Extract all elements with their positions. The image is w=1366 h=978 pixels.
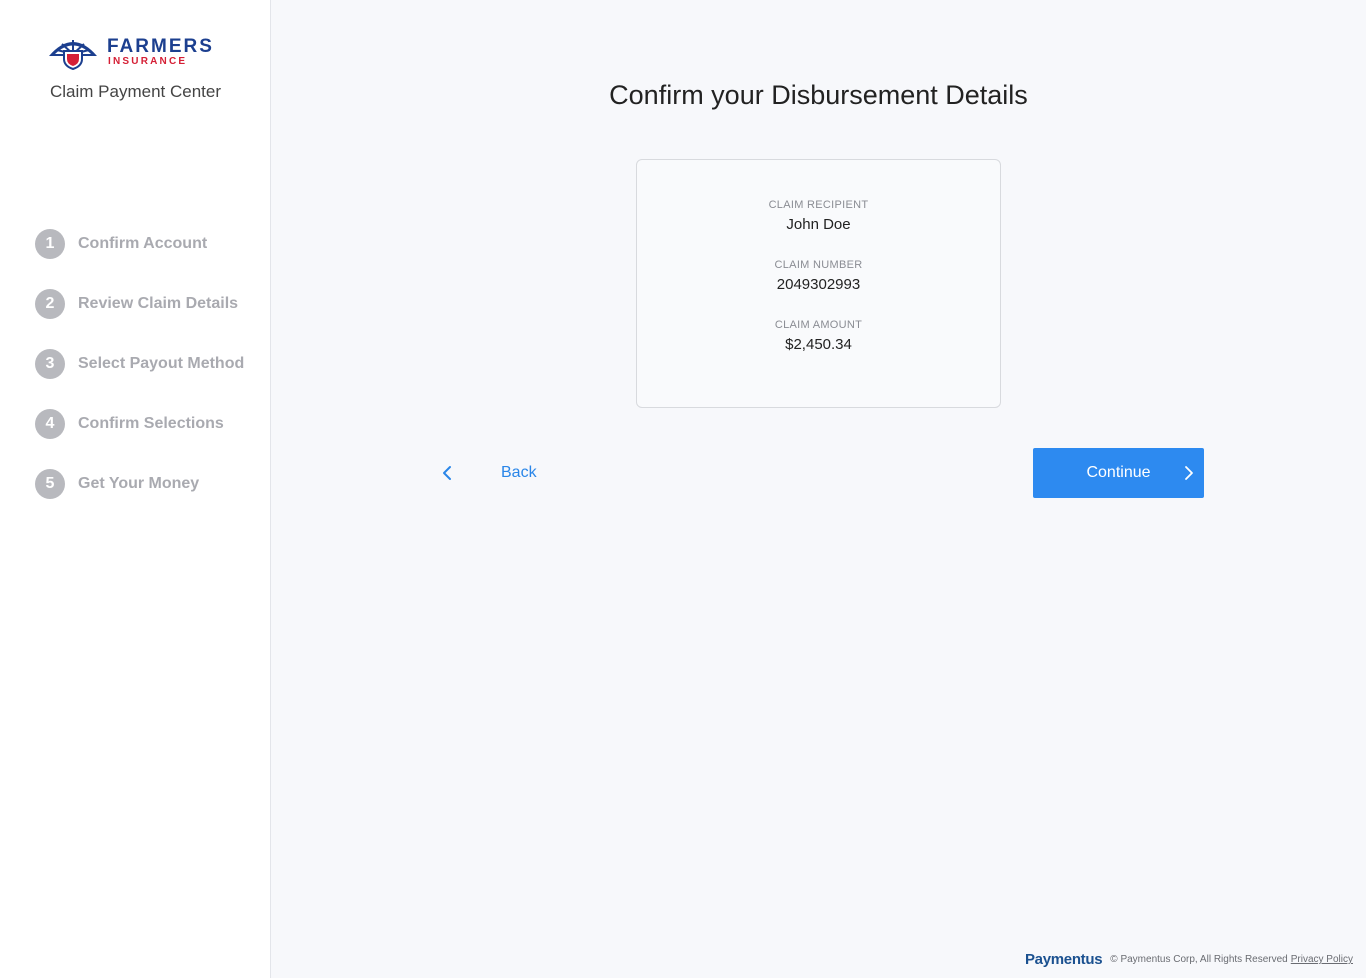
continue-label: Continue <box>1086 464 1151 481</box>
step-confirm-selections[interactable]: 4 Confirm Selections <box>35 409 244 439</box>
claim-number-field: CLAIM NUMBER 2049302993 <box>637 259 1000 293</box>
claim-recipient-label: CLAIM RECIPIENT <box>768 199 869 211</box>
step-select-payout-method[interactable]: 3 Select Payout Method <box>35 349 244 379</box>
claim-amount-field: CLAIM AMOUNT $2,450.34 <box>637 319 1000 353</box>
app-title: Claim Payment Center <box>49 82 221 101</box>
step-label: Confirm Selections <box>78 415 224 432</box>
claim-recipient-field: CLAIM RECIPIENT John Doe <box>637 199 1000 233</box>
claim-number-label: CLAIM NUMBER <box>774 259 863 271</box>
step-number: 5 <box>35 469 65 499</box>
claim-amount-label: CLAIM AMOUNT <box>774 319 863 331</box>
chevron-left-icon <box>443 466 451 480</box>
back-label: Back <box>501 464 537 481</box>
continue-button[interactable]: Continue <box>1033 448 1204 498</box>
claim-number-value: 2049302993 <box>776 276 861 293</box>
page-title: Confirm your Disbursement Details <box>609 80 1028 110</box>
steps-nav: 1 Confirm Account 2 Review Claim Details… <box>35 229 244 529</box>
step-label: Confirm Account <box>78 235 208 252</box>
farmers-shield-icon <box>49 40 97 70</box>
step-label: Select Payout Method <box>78 355 245 372</box>
sidebar: FARMERS INSURANCE Claim Payment Center 1… <box>0 0 271 978</box>
step-number: 3 <box>35 349 65 379</box>
back-button[interactable]: Back <box>440 458 537 488</box>
claim-recipient-value: John Doe <box>786 216 851 233</box>
logo-wordmark: FARMERS <box>107 36 214 57</box>
logo-subtitle: INSURANCE <box>108 56 188 67</box>
chevron-right-icon <box>1185 466 1193 480</box>
step-confirm-account[interactable]: 1 Confirm Account <box>35 229 244 259</box>
step-number: 1 <box>35 229 65 259</box>
paymentus-logo: Paymentus <box>1024 951 1103 968</box>
farmers-logo[interactable]: FARMERS INSURANCE <box>47 34 227 72</box>
step-number: 2 <box>35 289 65 319</box>
privacy-policy-link[interactable]: Privacy Policy <box>1291 954 1353 965</box>
step-review-claim-details[interactable]: 2 Review Claim Details <box>35 289 244 319</box>
disbursement-details-card: CLAIM RECIPIENT John Doe CLAIM NUMBER 20… <box>636 159 1001 408</box>
step-number: 4 <box>35 409 65 439</box>
footer: Paymentus © Paymentus Corp, All Rights R… <box>1025 951 1353 968</box>
copyright-text: © Paymentus Corp, All Rights Reserved <box>1110 954 1288 965</box>
step-get-your-money[interactable]: 5 Get Your Money <box>35 469 244 499</box>
step-label: Review Claim Details <box>78 295 239 312</box>
claim-amount-value: $2,450.34 <box>785 336 852 353</box>
step-label: Get Your Money <box>78 475 200 492</box>
